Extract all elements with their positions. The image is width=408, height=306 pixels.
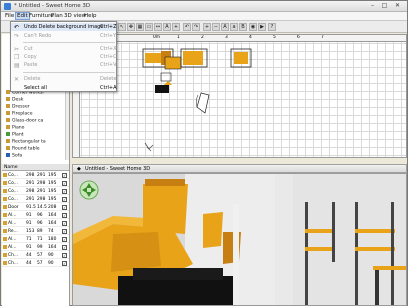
menu-item-select-all[interactable]: Select all Ctrl+A <box>11 84 117 92</box>
catalog-item[interactable]: Plant <box>6 132 24 138</box>
minimize-button[interactable]: – <box>367 2 378 10</box>
create-dimensions-icon[interactable]: ↔ <box>154 23 162 31</box>
table-row[interactable]: Al... 91 96 164 ✓ <box>2 212 69 219</box>
catalog-item[interactable]: Round table <box>6 146 40 152</box>
table-row[interactable]: Al... 71 71 180 ✓ <box>2 236 69 243</box>
text-smaller-icon[interactable]: a <box>230 23 238 31</box>
add-text-icon[interactable]: A <box>163 23 171 31</box>
table-row[interactable]: Co... 298 291 195 ✓ <box>2 172 69 179</box>
furniture-table-header: Name <box>2 164 69 171</box>
catalog-item[interactable]: Piano <box>6 125 24 131</box>
catalog-item[interactable]: Desk <box>6 97 23 103</box>
copy-icon: ❐ <box>14 54 20 61</box>
menu-item-cut[interactable]: ✂ Cut Ctrl+X <box>11 45 117 53</box>
catalog-item[interactable]: Sofa <box>6 153 22 159</box>
column-name[interactable]: Name <box>4 165 18 170</box>
close-button[interactable]: ✕ <box>392 2 403 10</box>
menu-file[interactable]: File <box>4 13 15 19</box>
3d-scene <box>73 174 406 305</box>
zoom-out-icon[interactable]: − <box>212 23 220 31</box>
create-walls-icon[interactable]: ▦ <box>136 23 144 31</box>
edit-menu-dropdown: ↶ Undo Delete background image Ctrl+Z ↷ … <box>10 21 117 92</box>
plan-view[interactable]: 0m 1 2 3 4 5 6 7 <box>72 34 407 158</box>
app-icon <box>4 3 11 10</box>
pan-icon[interactable]: ✥ <box>127 23 135 31</box>
text-bigger-icon[interactable]: A <box>221 23 229 31</box>
catalog-item[interactable]: Rectangular ta <box>6 139 46 145</box>
create-rooms-icon[interactable]: ▭ <box>145 23 153 31</box>
zoom-in-icon[interactable]: + <box>203 23 211 31</box>
select-mode-icon[interactable]: ↖ <box>118 23 126 31</box>
menu-plan[interactable]: Plan <box>50 13 64 19</box>
table-row[interactable]: Co... 291 298 195 ✓ <box>2 180 69 187</box>
bold-icon[interactable]: B <box>239 23 247 31</box>
menu-item-undo[interactable]: ↶ Undo Delete background image Ctrl+Z <box>11 23 117 31</box>
help-icon[interactable]: ? <box>268 23 276 31</box>
catalog-item[interactable]: Dresser <box>6 104 30 110</box>
add-furniture-icon[interactable]: + <box>172 23 180 31</box>
table-row[interactable]: Al... 91 96 164 ✓ <box>2 220 69 227</box>
title-bar: * Untitled - Sweet Home 3D – □ ✕ <box>1 1 407 12</box>
create-video-icon[interactable]: ▶ <box>258 23 266 31</box>
window-title: * Untitled - Sweet Home 3D <box>14 3 91 9</box>
menu-edit[interactable]: Edit <box>15 12 30 20</box>
undo-icon[interactable]: ↶ <box>183 23 191 31</box>
plan-drawing <box>142 48 252 152</box>
cut-icon: ✂ <box>14 46 20 53</box>
table-row[interactable]: Ch... 44 57 90 ✓ <box>2 260 69 267</box>
redo-icon: ↷ <box>14 33 20 40</box>
redo-icon[interactable]: ↷ <box>192 23 200 31</box>
menu-item-delete[interactable]: ✕ Delete Delete <box>11 75 116 83</box>
menu-bar: File Edit Furniture Plan 3D view Help <box>1 12 407 21</box>
maximize-button[interactable]: □ <box>379 2 390 10</box>
table-row[interactable]: Re... 153 89 74 ✓ <box>2 228 69 235</box>
paste-icon: ▤ <box>14 62 20 69</box>
menu-item-redo[interactable]: ↷ Can't Redo Ctrl+Y <box>11 32 116 40</box>
undo-icon: ↶ <box>14 24 20 31</box>
menu-help[interactable]: Help <box>83 13 98 19</box>
menu-item-copy[interactable]: ❐ Copy Ctrl+C <box>11 53 117 61</box>
create-photo-icon[interactable]: ◉ <box>249 23 257 31</box>
menu-item-paste[interactable]: ▤ Paste Ctrl+V <box>11 61 117 69</box>
3d-view[interactable] <box>72 173 407 306</box>
table-row[interactable]: Ch... 44 57 90 ✓ <box>2 252 69 259</box>
3d-view-title: Untitled - Sweet Home 3D <box>85 166 151 172</box>
3d-view-titlebar[interactable]: ◆ Untitled - Sweet Home 3D <box>72 164 407 173</box>
delete-icon: ✕ <box>14 76 20 83</box>
app-window: * Untitled - Sweet Home 3D – □ ✕ File Ed… <box>0 0 408 306</box>
table-row[interactable]: Co... 298 291 195 ✓ <box>2 188 69 195</box>
catalog-item[interactable]: Fireplace <box>6 111 33 117</box>
table-row[interactable]: Al... 91 99 164 ✓ <box>2 244 69 251</box>
3d-window-icon: ◆ <box>77 166 81 172</box>
table-row[interactable]: Co... 291 298 195 ✓ <box>2 196 69 203</box>
table-row[interactable]: Door 91.5 14.5 208 ✓ <box>2 204 69 211</box>
catalog-item[interactable]: Glass-door ca <box>6 118 43 124</box>
